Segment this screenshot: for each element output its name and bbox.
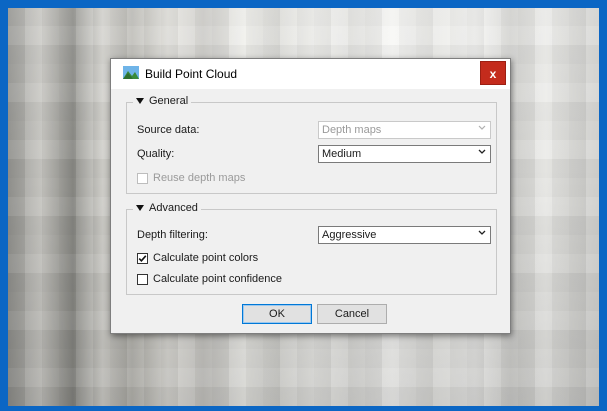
calculate-point-confidence-checkbox[interactable]: Calculate point confidence (137, 270, 282, 288)
source-data-select: Depth maps (318, 121, 491, 139)
depth-filtering-value: Aggressive (322, 229, 377, 241)
advanced-group: Advanced Depth filtering: Aggressive Cal… (126, 202, 497, 295)
general-group-header[interactable]: General (133, 95, 192, 107)
source-data-row: Source data: (137, 121, 199, 139)
depth-filtering-select[interactable]: Aggressive (318, 226, 491, 244)
chevron-down-icon (478, 125, 486, 130)
quality-row: Quality: (137, 145, 174, 163)
ok-button[interactable]: OK (242, 304, 312, 324)
quality-value: Medium (322, 148, 362, 160)
reuse-depth-maps-label: Reuse depth maps (153, 172, 246, 184)
advanced-group-header[interactable]: Advanced (133, 202, 201, 214)
calculate-point-confidence-label: Calculate point confidence (153, 273, 283, 285)
collapse-triangle-icon (136, 205, 144, 211)
quality-label: Quality: (137, 148, 175, 160)
point-cloud-app-icon (123, 66, 139, 79)
close-icon: x (489, 67, 497, 81)
checkmark-icon (138, 254, 147, 262)
calculate-point-colors-box[interactable] (137, 252, 148, 264)
chevron-down-icon (478, 149, 486, 154)
close-button[interactable]: x (480, 61, 506, 85)
dialog-titlebar[interactable]: Build Point Cloud x (111, 59, 510, 89)
collapse-triangle-icon (136, 98, 144, 104)
general-heading: General (149, 95, 189, 107)
dialog-title: Build Point Cloud (145, 67, 238, 81)
reuse-depth-maps-box (137, 172, 148, 184)
general-group: General Source data: Depth maps Quality:… (126, 95, 497, 194)
advanced-heading: Advanced (149, 202, 198, 214)
calculate-point-colors-checkbox[interactable]: Calculate point colors (137, 249, 258, 267)
depth-filtering-row: Depth filtering: (137, 226, 208, 244)
quality-select[interactable]: Medium (318, 145, 491, 163)
source-data-value: Depth maps (322, 124, 382, 136)
build-point-cloud-dialog: Build Point Cloud x General Source data:… (110, 58, 511, 334)
source-data-label: Source data: (137, 124, 200, 136)
depth-filtering-label: Depth filtering: (137, 229, 208, 241)
reuse-depth-maps-checkbox: Reuse depth maps (137, 169, 245, 187)
calculate-point-confidence-box[interactable] (137, 273, 148, 285)
chevron-down-icon (478, 230, 486, 235)
calculate-point-colors-label: Calculate point colors (153, 252, 259, 264)
cancel-button[interactable]: Cancel (317, 304, 387, 324)
